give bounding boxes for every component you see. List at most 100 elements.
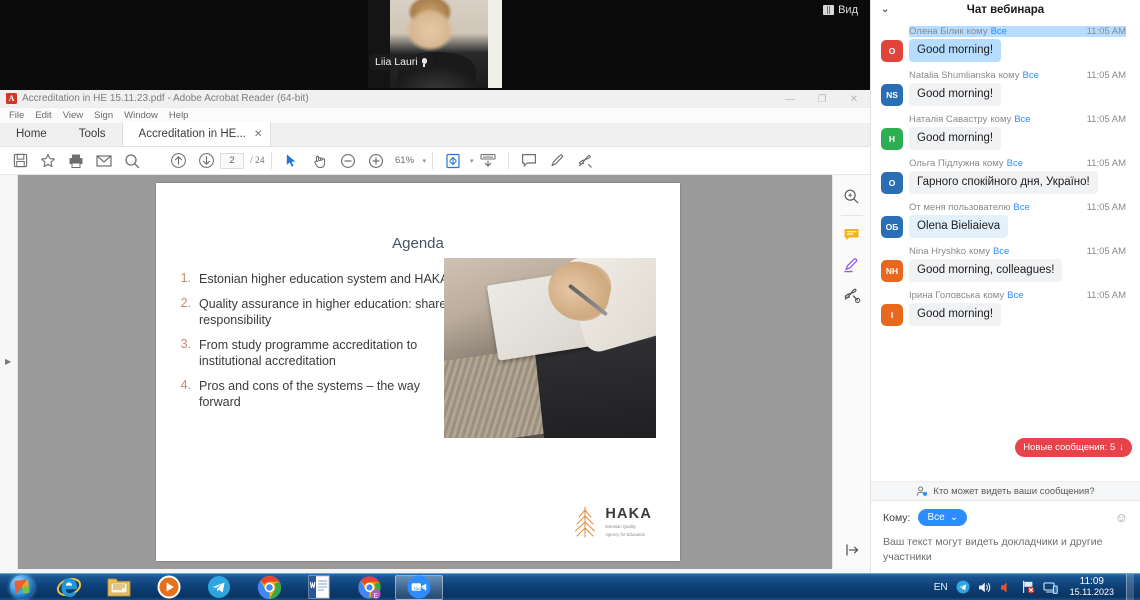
taskbar-telegram[interactable]: [195, 575, 243, 600]
show-desktop-button[interactable]: [1126, 574, 1134, 600]
language-indicator[interactable]: EN: [934, 582, 948, 593]
zoom-out-icon[interactable]: [334, 147, 362, 175]
message-to-target[interactable]: Все: [1007, 290, 1023, 301]
screen-root: Liia Lauri Вид A Accreditation in HE 15.…: [0, 0, 1140, 600]
tab-tools[interactable]: Tools: [63, 122, 122, 146]
volume-icon[interactable]: [978, 581, 992, 594]
message-to-label: кому: [998, 70, 1020, 81]
microphone-icon: [421, 57, 428, 67]
tab-document[interactable]: Accreditation in HE... ✕: [121, 122, 272, 146]
taskbar-zoom[interactable]: zoom: [395, 574, 443, 600]
chat-privacy-notice[interactable]: Кто может видеть ваши сообщения?: [871, 481, 1140, 500]
ie-icon: [56, 577, 82, 597]
taskbar-chrome-profile-e[interactable]: E: [345, 575, 393, 600]
highlight-text-icon[interactable]: [543, 147, 571, 175]
save-icon[interactable]: [6, 147, 34, 175]
print-icon[interactable]: [62, 147, 90, 175]
message-to-target[interactable]: Все: [991, 26, 1007, 37]
clock[interactable]: 11:09 15.11.2023: [1066, 576, 1118, 598]
menu-file[interactable]: File: [9, 110, 24, 121]
message-to-label: кому: [990, 114, 1012, 125]
taskbar-internet-explorer[interactable]: [45, 575, 93, 600]
slide-title: Agenda: [392, 235, 444, 252]
message-to-target[interactable]: Все: [993, 246, 1009, 257]
list-item[interactable]: І Ірина Головська кому Все 11:05 AM Good…: [871, 288, 1140, 328]
search-document-icon[interactable]: [839, 183, 865, 209]
zoom-dropdown-caret[interactable]: ▾: [423, 157, 427, 165]
message-to-target[interactable]: Все: [1007, 158, 1023, 169]
menu-window[interactable]: Window: [124, 110, 158, 121]
acrobat-toolbar: 2 / 24 61% ▾ ▾: [0, 147, 870, 175]
word-icon: [308, 575, 330, 599]
hand-tool-icon[interactable]: [306, 147, 334, 175]
minimize-button[interactable]: —: [774, 90, 806, 108]
expand-panel-icon[interactable]: [842, 539, 864, 561]
highlighter-tool-icon[interactable]: [839, 252, 865, 278]
expand-navigation-icon[interactable]: ▶: [5, 357, 11, 366]
message-text: Good morning!: [909, 39, 1002, 62]
list-item[interactable]: ОБ От меня пользователю Все 11:05 AM Ole…: [871, 200, 1140, 240]
message-to-target[interactable]: Все: [1014, 114, 1030, 125]
add-comment-icon[interactable]: [515, 147, 543, 175]
agenda-item-text: Quality assurance in higher education: s…: [199, 296, 454, 328]
zoom-in-icon[interactable]: [362, 147, 390, 175]
taskbar-windows-explorer[interactable]: [95, 575, 143, 600]
menu-edit[interactable]: Edit: [35, 110, 51, 121]
start-button[interactable]: [0, 574, 44, 600]
emoji-icon[interactable]: ☺: [1115, 510, 1128, 525]
message-text: Good morning!: [909, 303, 1002, 326]
taskbar-google-chrome[interactable]: [245, 575, 293, 600]
select-cursor-icon[interactable]: [278, 147, 306, 175]
acrobat-tab-bar: Home Tools Accreditation in HE... ✕: [0, 122, 870, 147]
email-icon[interactable]: [90, 147, 118, 175]
recipient-dropdown[interactable]: Все ⌄: [918, 509, 968, 526]
list-item[interactable]: Н Наталія Савастру кому Все 11:05 AM Goo…: [871, 112, 1140, 152]
list-item[interactable]: NH Nina Hryshko кому Все 11:05 AM Good m…: [871, 244, 1140, 284]
network-icon[interactable]: [1043, 581, 1058, 594]
participant-video-tile[interactable]: Liia Lauri: [368, 0, 502, 88]
haka-logo-text: HAKA Estonian Quality Agency for Educati…: [605, 506, 652, 537]
view-layout-button[interactable]: Вид: [819, 2, 862, 18]
list-item[interactable]: О Ольга Підлужна кому Все 11:05 AM Гарно…: [871, 156, 1140, 196]
previous-page-icon[interactable]: [164, 147, 192, 175]
fill-sign-tool-icon[interactable]: [839, 282, 865, 308]
page-number-input[interactable]: 2: [220, 152, 244, 169]
pdf-scroll-area[interactable]: Agenda 1. Estonian higher education syst…: [18, 175, 832, 569]
next-page-icon[interactable]: [192, 147, 220, 175]
speaker-icon[interactable]: [1000, 581, 1013, 594]
message-sender: Олена Білик: [909, 26, 964, 37]
new-messages-badge[interactable]: Новые сообщения: 5 ↓: [1015, 438, 1132, 457]
fit-page-icon[interactable]: [439, 147, 467, 175]
message-to-target[interactable]: Все: [1013, 202, 1029, 213]
chat-title: Чат вебинара: [966, 4, 1045, 16]
folder-icon: [107, 578, 131, 597]
close-tab-icon[interactable]: ✕: [254, 129, 262, 140]
menu-help[interactable]: Help: [169, 110, 189, 121]
maximize-button[interactable]: ❐: [806, 90, 838, 108]
message-to-target[interactable]: Все: [1023, 70, 1039, 81]
chevron-down-icon[interactable]: ⌄: [881, 4, 889, 15]
close-button[interactable]: ✕: [838, 90, 870, 108]
taskbar-microsoft-word[interactable]: [295, 575, 343, 600]
flag-alert-icon[interactable]: [1021, 580, 1035, 594]
find-icon[interactable]: [118, 147, 146, 175]
chat-message-list[interactable]: О Олена Білик кому Все 11:05 AM Good mor…: [871, 20, 1140, 481]
scroll-mode-icon[interactable]: [474, 147, 502, 175]
message-time: 11:05 AM: [1086, 158, 1126, 169]
pdf-page-canvas: Agenda 1. Estonian higher education syst…: [156, 183, 680, 561]
telegram-tray-icon[interactable]: [956, 580, 970, 594]
taskbar-media-player[interactable]: [145, 575, 193, 600]
fill-and-sign-icon[interactable]: [571, 147, 599, 175]
menu-view[interactable]: View: [63, 110, 83, 121]
list-item[interactable]: NS Natalia Shumlianska кому Все 11:05 AM…: [871, 68, 1140, 108]
add-to-favorites-icon[interactable]: [34, 147, 62, 175]
acrobat-title-bar[interactable]: A Accreditation in HE 15.11.23.pdf - Ado…: [0, 90, 870, 108]
chat-input[interactable]: Ваш текст могут видеть докладчики и друг…: [883, 535, 1128, 565]
comment-tool-icon[interactable]: [839, 222, 865, 248]
avatar: Н: [881, 128, 903, 150]
video-left-letterbox: [368, 0, 390, 88]
zoom-level-value[interactable]: 61%: [390, 155, 420, 166]
menu-sign[interactable]: Sign: [94, 110, 113, 121]
tab-home[interactable]: Home: [0, 122, 63, 146]
list-item[interactable]: О Олена Білик кому Все 11:05 AM Good mor…: [871, 24, 1140, 64]
